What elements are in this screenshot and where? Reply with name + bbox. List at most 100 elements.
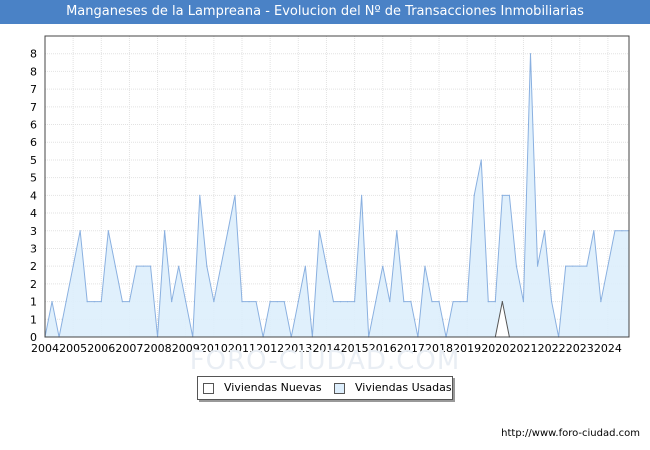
data-point-usadas (431, 300, 433, 303)
data-point-usadas (121, 300, 123, 303)
footer-url: http://www.foro-ciudad.com (501, 428, 640, 439)
data-point-usadas (353, 300, 356, 303)
data-point-usadas (536, 265, 539, 267)
data-point-usadas (93, 300, 95, 303)
data-point-usadas (459, 300, 461, 303)
data-point-usadas (543, 230, 546, 232)
data-point-usadas (164, 230, 166, 232)
data-point-usadas (114, 265, 116, 267)
data-point-usadas (248, 300, 250, 303)
legend-swatch-usadas (334, 382, 345, 394)
data-point-usadas (593, 230, 595, 232)
data-point-usadas (494, 300, 496, 303)
data-point-usadas (199, 194, 201, 196)
watermark: FORO-CIUDAD.COM (189, 346, 461, 376)
data-point-usadas (375, 300, 377, 303)
y-tick-label: 3 (30, 225, 37, 238)
data-point-usadas (283, 300, 285, 303)
data-point-usadas (332, 300, 335, 303)
data-point-usadas (51, 300, 53, 303)
data-point-usadas (438, 300, 440, 303)
data-point-usadas (339, 300, 342, 303)
data-point-usadas (389, 300, 391, 303)
x-tick-label: 2022 (538, 342, 566, 355)
x-tick-label: 2005 (59, 342, 87, 355)
y-tick-label: 4 (30, 189, 37, 202)
data-point-usadas (346, 300, 349, 303)
data-point-usadas (72, 265, 74, 267)
data-point-usadas (579, 265, 581, 267)
legend-item-usadas: Viviendas Usadas (334, 381, 452, 395)
data-point-usadas (361, 194, 363, 196)
data-point-usadas (586, 265, 588, 267)
data-point-nuevas (501, 300, 503, 303)
chart-root: Manganeses de la Lampreana - Evolucion d… (0, 0, 650, 450)
legend-swatch-nuevas (203, 382, 214, 394)
data-point-usadas (178, 265, 180, 267)
data-point-usadas (621, 230, 623, 232)
y-tick-label: 8 (30, 48, 37, 61)
legend-item-nuevas: Viviendas Nuevas (203, 381, 322, 395)
data-point-usadas (227, 230, 229, 232)
data-point-usadas (276, 300, 278, 303)
data-point-usadas (107, 230, 109, 232)
legend-label-usadas: Viviendas Usadas (355, 381, 452, 394)
x-tick-label: 2024 (594, 342, 622, 355)
data-point-usadas (135, 265, 138, 267)
data-point-usadas (206, 265, 208, 267)
data-point-usadas (522, 300, 525, 303)
y-tick-label: 1 (30, 296, 37, 309)
y-tick-label: 7 (30, 83, 37, 96)
data-point-usadas (515, 265, 518, 267)
data-point-usadas (297, 300, 299, 303)
data-point-usadas (452, 300, 454, 303)
data-point-usadas (614, 230, 616, 232)
data-point-usadas (473, 194, 475, 196)
y-tick-label: 2 (30, 278, 37, 291)
data-point-usadas (149, 265, 152, 267)
data-point-usadas (255, 300, 257, 303)
data-point-usadas (128, 300, 131, 303)
x-tick-label: 2004 (31, 342, 59, 355)
y-tick-label: 5 (30, 154, 37, 167)
data-point-usadas (607, 265, 609, 267)
y-tick-label: 6 (30, 136, 37, 149)
data-point-usadas (424, 265, 426, 267)
y-tick-label: 6 (30, 119, 37, 132)
x-tick-label: 2006 (87, 342, 115, 355)
data-point-usadas (382, 265, 384, 267)
data-point-usadas (171, 300, 173, 303)
data-point-usadas (600, 300, 602, 303)
data-point-usadas (304, 265, 306, 267)
data-point-usadas (403, 300, 405, 303)
data-point-usadas (529, 53, 532, 55)
data-point-usadas (142, 265, 145, 267)
data-point-usadas (487, 300, 489, 303)
data-point-usadas (396, 230, 398, 232)
data-point-usadas (565, 265, 567, 267)
data-point-usadas (213, 300, 215, 303)
data-point-usadas (220, 265, 222, 267)
y-tick-label: 7 (30, 101, 37, 114)
data-point-usadas (551, 300, 553, 303)
data-point-usadas (318, 230, 321, 232)
y-tick-label: 8 (30, 65, 37, 78)
x-tick-label: 2023 (566, 342, 594, 355)
data-point-usadas (480, 159, 482, 161)
y-tick-label: 3 (30, 242, 37, 255)
data-point-usadas (501, 194, 503, 196)
data-point-usadas (100, 300, 102, 303)
data-point-usadas (325, 265, 328, 267)
data-point-usadas (466, 300, 468, 303)
data-point-usadas (410, 300, 412, 303)
data-point-usadas (79, 230, 81, 232)
data-point-usadas (234, 194, 236, 196)
data-point-usadas (508, 194, 510, 196)
y-tick-label: 4 (30, 207, 37, 220)
y-tick-label: 5 (30, 172, 37, 185)
data-point-usadas (572, 265, 574, 267)
data-point-usadas (86, 300, 88, 303)
y-tick-label: 2 (30, 260, 37, 273)
data-point-usadas (65, 300, 67, 303)
data-point-usadas (185, 300, 187, 303)
